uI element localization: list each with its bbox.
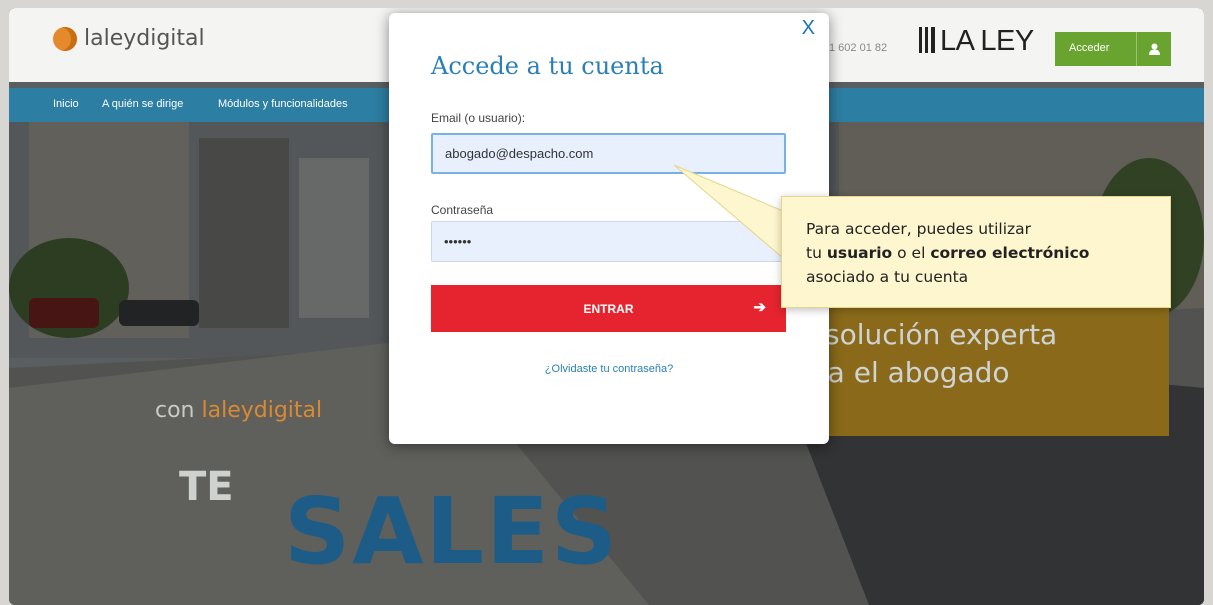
hero-sales: SALES — [284, 478, 620, 585]
tooltip-bold-usuario: usuario — [826, 244, 893, 262]
browser-viewport: laleydigital 1 602 01 82 LA LEY Acceder … — [9, 8, 1204, 605]
hero-con-prefix: con — [155, 398, 202, 423]
tooltip-line2: tu usuario o el correo electrónico — [806, 241, 1089, 265]
logo-text: laleydigital — [84, 26, 205, 51]
hero-headline-line2: ara el abogado — [799, 356, 1010, 389]
hero-headline-line1: a solución experta — [799, 318, 1058, 351]
entrar-button[interactable]: ENTRAR ➔ — [431, 285, 786, 332]
password-label: Contraseña — [431, 203, 494, 217]
entrar-label: ENTRAR — [583, 301, 634, 316]
tooltip-line2-pre: tu — [806, 244, 827, 262]
la-ley-text: LA LEY — [940, 25, 1034, 57]
modal-title: Accede a tu cuenta — [431, 52, 664, 80]
tooltip-line2-mid: o el — [892, 244, 931, 262]
nav-item-a-quien-se-dirige[interactable]: A quién se dirige — [102, 98, 183, 110]
tooltip-line3: asociado a tu cuenta — [806, 268, 969, 286]
la-ley-bars-icon — [919, 27, 935, 53]
help-tooltip: Para acceder, puedes utilizar tu usuario… — [781, 196, 1171, 308]
user-icon — [1136, 32, 1171, 66]
hero-te: TE — [179, 464, 234, 510]
email-field[interactable] — [431, 133, 786, 174]
email-label: Email (o usuario): — [431, 111, 526, 125]
arrow-right-icon: ➔ — [753, 299, 766, 316]
password-field[interactable] — [431, 221, 786, 262]
close-button[interactable]: X — [802, 17, 815, 40]
site-logo[interactable]: laleydigital — [53, 26, 205, 51]
tooltip-line1: Para acceder, puedes utilizar — [806, 220, 1032, 238]
nav-item-inicio[interactable]: Inicio — [53, 98, 79, 110]
acceder-button[interactable]: Acceder — [1055, 32, 1171, 66]
la-ley-brand: LA LEY — [919, 25, 1034, 58]
phone-number: 1 602 01 82 — [829, 42, 888, 54]
hero-con-brand: laleydigital — [201, 398, 323, 423]
hero-headline-box: a solución experta ara el abogado — [799, 294, 1169, 436]
nav-item-modulos[interactable]: Módulos y funcionalidades — [218, 98, 348, 110]
forgot-password-link[interactable]: ¿Olvidaste tu contraseña? — [389, 363, 829, 375]
acceder-label: Acceder — [1069, 42, 1110, 54]
logo-icon — [53, 26, 77, 51]
hero-con-laleydigital: con laleydigital — [155, 398, 322, 423]
login-modal: X Accede a tu cuenta Email (o usuario): … — [389, 13, 829, 444]
tooltip-text: Para acceder, puedes utilizar tu usuario… — [806, 217, 1089, 289]
tooltip-bold-correo: correo electrónico — [930, 244, 1090, 262]
